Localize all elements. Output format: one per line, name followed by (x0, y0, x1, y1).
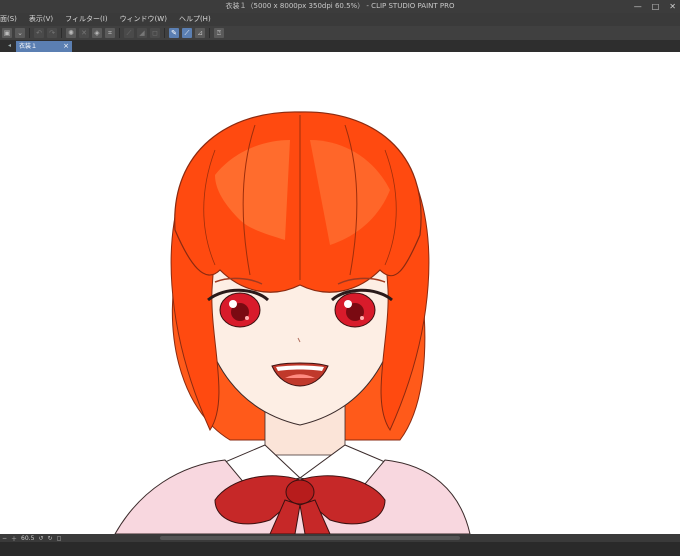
pen-icon[interactable]: ✎ (169, 28, 179, 38)
dropdown-icon[interactable]: ⌄ (15, 28, 25, 38)
minimize-button[interactable]: — (634, 0, 642, 13)
drawing-canvas[interactable] (0, 52, 680, 534)
redo-icon[interactable]: ↷ (47, 28, 57, 38)
fill-icon[interactable]: ◈ (92, 28, 102, 38)
save-icon[interactable]: ▣ (2, 28, 12, 38)
toolbar-separator (164, 28, 165, 38)
document-tab-bar: ◂ 衣装１ × (0, 40, 680, 52)
status-bar: − ＋ 60.5 ↺ ↻ ◻ (0, 534, 680, 556)
minus-icon[interactable]: − (2, 535, 7, 542)
ruler-icon[interactable]: ⊿ (195, 28, 205, 38)
toolbar-separator (29, 28, 30, 38)
window-title: 衣装１（5000 x 8000px 350dpi 60.5%） - CLIP S… (225, 2, 455, 10)
tab-scroll-icon[interactable]: ◂ (8, 40, 14, 52)
square-icon[interactable]: ◻ (150, 28, 160, 38)
toolbar-separator (61, 28, 62, 38)
status-bottom-strip (0, 542, 680, 556)
rotate-right-icon[interactable]: ↻ (47, 535, 52, 542)
tab-label: 衣装１ (19, 43, 38, 50)
close-button[interactable]: ✕ (669, 0, 676, 13)
close-icon[interactable]: × (63, 41, 69, 52)
undo-icon[interactable]: ↶ (34, 28, 44, 38)
horizontal-scrollbar[interactable] (160, 536, 460, 540)
crop-icon[interactable]: ⌗ (105, 28, 115, 38)
window-controls: — □ ✕ (634, 0, 676, 13)
line-icon[interactable]: ⟋ (182, 28, 192, 38)
maximize-button[interactable]: □ (652, 0, 660, 13)
zoom-value[interactable]: 60.5 (21, 535, 34, 542)
tab-document[interactable]: 衣装１ × (16, 41, 72, 52)
menu-bar: 面(S) 表示(V) フィルター(I) ウィンドウ(W) ヘルプ(H) (0, 13, 680, 26)
transform-icon[interactable]: ⟋ (124, 28, 134, 38)
menu-item-window[interactable]: ウィンドウ(W) (120, 13, 167, 26)
loading-icon[interactable]: ✺ (66, 28, 76, 38)
menu-item-layer[interactable]: 面(S) (0, 13, 17, 26)
menu-item-help[interactable]: ヘルプ(H) (179, 13, 211, 26)
clear-icon[interactable]: ✕ (79, 28, 89, 38)
rotate-left-icon[interactable]: ↺ (38, 535, 43, 542)
character-illustration (114, 111, 471, 534)
menu-item-view[interactable]: 表示(V) (29, 13, 53, 26)
reference-icon[interactable]: ⍰ (214, 28, 224, 38)
toolbar-separator (119, 28, 120, 38)
menu-item-filter[interactable]: フィルター(I) (65, 13, 107, 26)
clip-studio-window: 衣装１（5000 x 8000px 350dpi 60.5%） - CLIP S… (0, 0, 680, 556)
toolbar-separator (209, 28, 210, 38)
flip-icon[interactable]: ◢ (137, 28, 147, 38)
command-bar: ▣ ⌄ ↶ ↷ ✺ ✕ ◈ ⌗ ⟋ ◢ ◻ ✎ ⟋ ⊿ ⍰ (0, 26, 680, 40)
title-bar: 衣装１（5000 x 8000px 350dpi 60.5%） - CLIP S… (0, 0, 680, 13)
fit-icon[interactable]: ◻ (56, 535, 61, 542)
